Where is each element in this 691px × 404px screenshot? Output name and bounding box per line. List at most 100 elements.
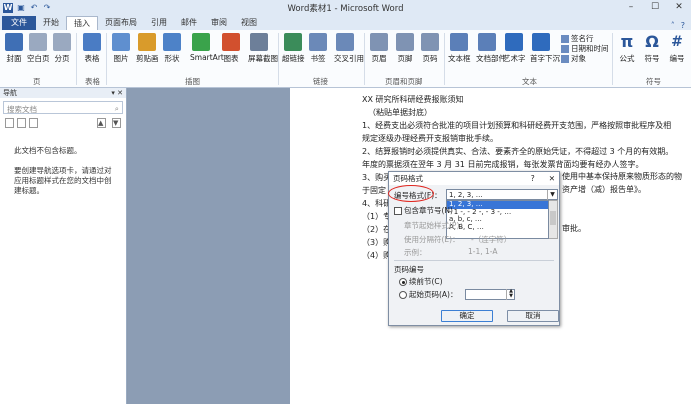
nav-pages-tab-icon[interactable] (17, 118, 26, 128)
quick-parts-button[interactable]: 文档部件 (476, 33, 506, 64)
blank-page-icon (29, 33, 47, 51)
clipart-icon (138, 33, 156, 51)
dropdown-scrollbar[interactable] (549, 200, 558, 239)
nav-headings-tab-icon[interactable] (5, 118, 14, 128)
doc-line: 规定逐级办理经费开支报销审批手续。 (362, 134, 498, 143)
search-icon[interactable]: ⌕ (115, 104, 119, 113)
bookmark-icon (309, 33, 327, 51)
smartart-button[interactable]: SmartArt (190, 33, 224, 62)
tab-mailings[interactable]: 邮件 (174, 16, 204, 30)
window-title: Word素材1 - Microsoft Word (287, 4, 404, 14)
smartart-icon (192, 33, 210, 51)
continue-radio[interactable]: 续前节(C) (399, 276, 443, 287)
dialog-close-button[interactable]: ✕ (549, 174, 555, 183)
tab-review[interactable]: 审阅 (204, 16, 234, 30)
group-label-pages: 页 (33, 77, 41, 86)
cancel-button[interactable]: 取消 (507, 310, 559, 322)
save-icon[interactable]: ▣ (16, 3, 26, 13)
page-break-button[interactable]: 分页 (51, 33, 73, 64)
date-time-item[interactable]: 日期和时间 (561, 44, 609, 54)
header-button[interactable]: 页眉 (368, 33, 390, 64)
number-button[interactable]: # 编号 (666, 33, 688, 64)
ribbon-minimize-icon[interactable]: ˄ (671, 21, 675, 30)
help-icon[interactable]: ? (681, 21, 685, 30)
textbox-icon (450, 33, 468, 51)
shapes-icon (163, 33, 181, 51)
chevron-down-icon[interactable]: ▼ (547, 190, 557, 200)
shapes-button[interactable]: 形状 (161, 33, 183, 64)
nav-pane-menu-icon[interactable]: ▾ (111, 89, 115, 97)
hyperlink-button[interactable]: 超链接 (282, 33, 305, 64)
clipart-button[interactable]: 剪贴画 (136, 33, 159, 64)
nav-pane-title: 导航 (3, 89, 17, 97)
nav-message: 此文档不包含标题。 (14, 146, 82, 155)
doc-line: （粘贴单据封底） (368, 108, 432, 117)
radio-selected-icon[interactable] (399, 278, 407, 286)
chart-button[interactable]: 图表 (220, 33, 242, 64)
doc-line: XX 研究所科研经费报账须知 (362, 95, 464, 104)
number-format-select[interactable]: 1, 2, 3, … ▼ (446, 189, 558, 200)
picture-button[interactable]: 图片 (110, 33, 132, 64)
include-chapter-checkbox[interactable]: 包含章节号(N) (394, 205, 453, 216)
symbol-button[interactable]: Ω 符号 (641, 33, 663, 64)
separator-value[interactable]: -（连字符） (471, 234, 511, 245)
dialog-help-button[interactable]: ? (531, 174, 535, 183)
nav-results-tab-icon[interactable] (29, 118, 38, 128)
cover-button[interactable]: 封面 (3, 33, 25, 64)
start-at-spinner[interactable]: ▲ ▼ (506, 289, 515, 300)
tab-view[interactable]: 视图 (234, 16, 264, 30)
quick-access-toolbar: W ▣ ↶ ↷ (0, 2, 52, 13)
object-item[interactable]: 对象 (561, 54, 609, 64)
quick-parts-icon (478, 33, 496, 51)
screenshot-icon (250, 33, 268, 51)
blank-page-button[interactable]: 空白页 (27, 33, 50, 64)
radio-icon[interactable] (399, 291, 407, 299)
ribbon-tabs: 文件 开始 插入 页面布局 引用 邮件 审阅 视图 ˄ ? (0, 15, 691, 30)
page-number-button[interactable]: 页码 (419, 33, 441, 64)
picture-icon (112, 33, 130, 51)
tab-page-layout[interactable]: 页面布局 (98, 16, 144, 30)
doc-fragment: 使用中基本保持原来物质形态的物 (562, 172, 682, 181)
doc-fragment: 审批。 (562, 224, 586, 233)
cross-reference-button[interactable]: 交叉引用 (334, 33, 364, 64)
tab-home[interactable]: 开始 (36, 16, 66, 30)
nav-search-input[interactable]: 搜索文档 ⌕ (3, 101, 123, 114)
tab-references[interactable]: 引用 (144, 16, 174, 30)
redo-icon[interactable]: ↷ (42, 3, 52, 13)
footer-button[interactable]: 页脚 (394, 33, 416, 64)
ok-button[interactable]: 确定 (441, 310, 493, 322)
nav-help-message: 要创建导航选项卡，请通过对应用标题样式在您的文档中创建标题。 (14, 166, 112, 195)
group-label-header-footer: 页眉和页脚 (385, 77, 423, 86)
drop-cap-button[interactable]: 首字下沉 (530, 33, 560, 64)
screenshot-button[interactable]: 屏幕截图 (248, 33, 278, 64)
table-button[interactable]: 表格 (81, 33, 103, 64)
group-label-links: 链接 (313, 77, 328, 86)
start-at-radio[interactable]: 起始页码(A)： (399, 289, 457, 300)
highlight-annotation (388, 185, 434, 202)
bookmark-button[interactable]: 书签 (307, 33, 329, 64)
dialog-title: 页码格式 (393, 174, 423, 183)
checkbox-icon[interactable] (394, 207, 402, 215)
textbox-button[interactable]: 文本框 (448, 33, 471, 64)
page-break-icon (53, 33, 71, 51)
table-icon (83, 33, 101, 51)
nav-up-arrow-icon[interactable]: ▲ (97, 118, 106, 128)
equation-button[interactable]: π 公式 (616, 33, 638, 64)
separator-label: 使用分隔符(E)： (404, 235, 460, 244)
equation-icon: π (620, 32, 634, 51)
tab-file[interactable]: 文件 (2, 16, 36, 30)
doc-line: 2、结算报销时必须提供真实、合法、要素齐全的原始凭证，不得超过 3 个月的有效期… (362, 147, 674, 156)
minimize-button[interactable]: – (619, 0, 643, 15)
hyperlink-icon (284, 33, 302, 51)
tab-insert[interactable]: 插入 (66, 16, 98, 30)
wordart-button[interactable]: 艺术字 (503, 33, 526, 64)
nav-down-arrow-icon[interactable]: ▼ (112, 118, 121, 128)
signature-line-item[interactable]: 签名行 (561, 34, 609, 44)
scrollbar-thumb[interactable] (550, 211, 556, 225)
close-button[interactable]: ✕ (667, 0, 691, 15)
restore-button[interactable]: ☐ (643, 0, 667, 15)
undo-icon[interactable]: ↶ (29, 3, 39, 13)
nav-pane-close-icon[interactable]: ✕ (117, 89, 123, 97)
word-logo-icon: W (3, 2, 13, 13)
doc-fragment: 资产增（减）报告单》。 (562, 185, 646, 194)
